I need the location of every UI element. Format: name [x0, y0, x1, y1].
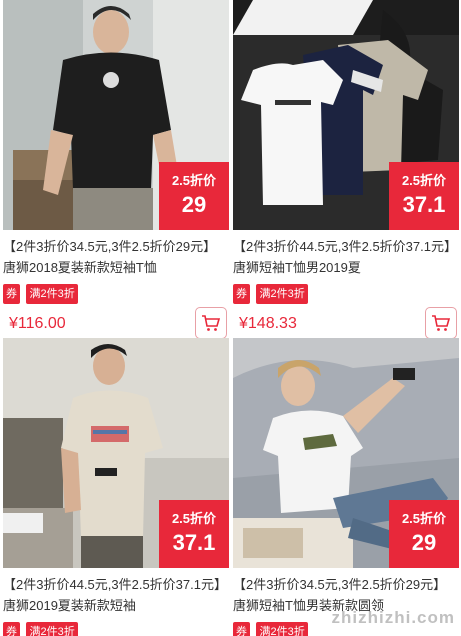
cart-icon	[202, 315, 221, 331]
promo-tag: 满2件3折	[26, 284, 78, 304]
badge-label: 2.5折价	[171, 511, 217, 526]
coupon-tag: 券	[233, 284, 250, 304]
product-grid: 2.5折价 29 【2件3折价34.5元,3件2.5折价29元】唐狮2018夏装…	[0, 0, 461, 636]
add-to-cart-button[interactable]	[195, 307, 227, 339]
site-watermark: zhizhizhi.com	[331, 608, 455, 627]
promo-tag: 满2件3折	[256, 622, 308, 636]
badge-value: 37.1	[402, 192, 446, 217]
badge-value: 37.1	[172, 530, 216, 555]
product-card[interactable]: 2.5折价 37.1 【2件3折价44.5元,3件2.5折价37.1元】唐狮短袖…	[233, 0, 459, 343]
add-to-cart-button[interactable]	[425, 307, 457, 339]
tag-row: 券 满2件3折	[3, 622, 229, 636]
product-price: ¥148.33	[239, 315, 297, 332]
badge-value: 29	[411, 530, 437, 555]
discount-badge: 2.5折价 37.1	[389, 162, 459, 230]
badge-label: 2.5折价	[401, 173, 447, 188]
tag-row: 券 满2件3折	[233, 284, 459, 304]
badge-label: 2.5折价	[171, 173, 217, 188]
product-price: ¥116.00	[9, 315, 66, 332]
product-title[interactable]: 【2件3折价34.5元,3件2.5折价29元】唐狮2018夏装新款短袖T恤	[3, 236, 229, 278]
coupon-tag: 券	[3, 284, 20, 304]
badge-label: 2.5折价	[401, 511, 447, 526]
discount-badge: 2.5折价 37.1	[159, 500, 229, 568]
cart-icon	[432, 315, 451, 331]
product-image[interactable]: 2.5折价 37.1	[3, 338, 229, 568]
discount-badge: 2.5折价 29	[389, 500, 459, 568]
promo-tag: 满2件3折	[256, 284, 308, 304]
coupon-tag: 券	[3, 622, 20, 636]
product-title[interactable]: 【2件3折价44.5元,3件2.5折价37.1元】唐狮短袖T恤男2019夏	[233, 236, 459, 278]
product-card[interactable]: 2.5折价 29 【2件3折价34.5元,3件2.5折价29元】唐狮2018夏装…	[3, 0, 229, 343]
product-image[interactable]: 2.5折价 29	[3, 0, 229, 230]
tag-row: 券 满2件3折	[3, 284, 229, 304]
product-title[interactable]: 【2件3折价44.5元,3件2.5折价37.1元】唐狮2019夏装新款短袖	[3, 574, 229, 616]
product-card[interactable]: 2.5折价 29 【2件3折价34.5元,3件2.5折价29元】唐狮短袖T恤男装…	[233, 338, 459, 636]
coupon-tag: 券	[233, 622, 250, 636]
discount-badge: 2.5折价 29	[159, 162, 229, 230]
badge-value: 29	[181, 192, 207, 217]
product-image[interactable]: 2.5折价 37.1	[233, 0, 459, 230]
promo-tag: 满2件3折	[26, 622, 78, 636]
product-card[interactable]: 2.5折价 37.1 【2件3折价44.5元,3件2.5折价37.1元】唐狮20…	[3, 338, 229, 636]
product-image[interactable]: 2.5折价 29	[233, 338, 459, 568]
